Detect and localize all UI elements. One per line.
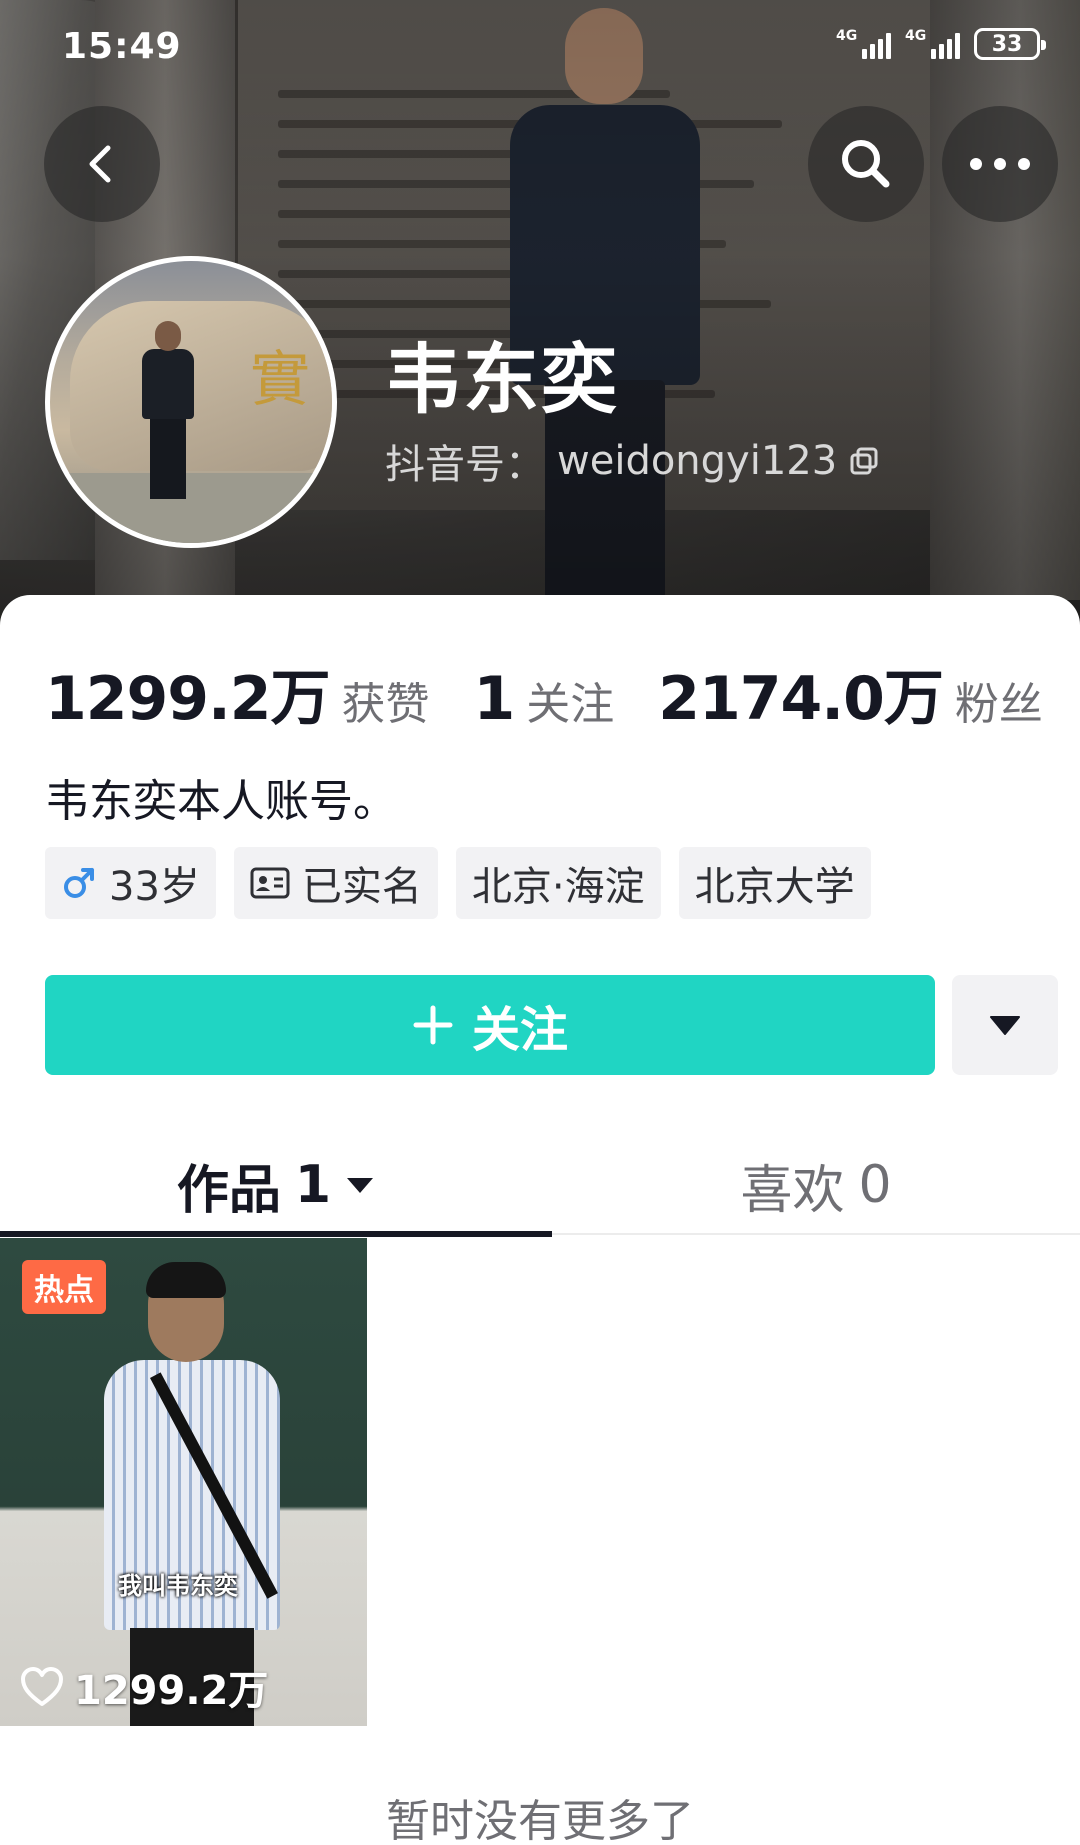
follow-button[interactable]: 关注 xyxy=(45,975,935,1075)
douyin-id[interactable]: 抖音号： weidongyi123 xyxy=(385,432,879,490)
no-more-content-text: 暂时没有更多了 xyxy=(386,1796,694,1845)
followers-count[interactable]: 2174.0万 xyxy=(658,650,944,737)
tag-location[interactable]: 北京·海淀 xyxy=(455,847,661,919)
rock-inscription-image: 實 xyxy=(250,345,310,415)
tab-works-count: 1 xyxy=(294,1155,332,1215)
caret-down-icon xyxy=(347,1178,374,1193)
battery-level: 33 xyxy=(991,31,1023,57)
more-icon xyxy=(970,158,1030,170)
search-icon xyxy=(842,140,890,188)
tag-location-label: 北京·海淀 xyxy=(471,864,645,910)
tag-age-label: 33岁 xyxy=(109,864,200,910)
tag-school-label: 北京大学 xyxy=(694,864,855,910)
douyin-id-label: 抖音号： xyxy=(385,442,545,488)
recommend-dropdown-button[interactable] xyxy=(952,975,1058,1075)
video-likes: 1299.2万 xyxy=(20,1658,268,1716)
tab-likes-count: 0 xyxy=(858,1155,892,1215)
douyin-id-value: weidongyi123 xyxy=(557,438,838,484)
copy-icon[interactable] xyxy=(849,446,879,476)
back-icon xyxy=(89,145,111,183)
tab-works[interactable]: 作品 1 xyxy=(0,1135,552,1237)
follow-button-label: 关注 xyxy=(471,1002,568,1058)
more-button[interactable] xyxy=(942,106,1058,222)
tag-age: 33岁 xyxy=(45,847,216,919)
video-likes-count: 1299.2万 xyxy=(74,1668,269,1714)
likes-count: 1299.2万 xyxy=(45,664,331,734)
plus-icon xyxy=(413,1005,453,1045)
profile-tabs: 作品 1 喜欢 0 xyxy=(0,1135,1080,1237)
tag-verified-label: 已实名 xyxy=(301,864,422,910)
tag-verified: 已实名 xyxy=(233,847,438,919)
profile-tags: 33岁 已实名 北京·海淀 北京大学 xyxy=(45,847,871,919)
signal-icon: 4G xyxy=(836,29,891,59)
profile-bio: 韦东奕本人账号。 xyxy=(45,776,397,827)
following-label[interactable]: 关注 xyxy=(526,668,614,732)
profile-card: 1299.2万 获赞 1 关注 2174.0万 粉丝 韦东奕本人账号。 33岁 … xyxy=(0,595,1080,1845)
status-time: 15:49 xyxy=(62,26,182,67)
profile-name: 韦东奕 xyxy=(385,335,619,424)
battery-icon: 33 xyxy=(974,28,1046,60)
following-count[interactable]: 1 xyxy=(474,664,516,734)
heart-icon xyxy=(21,1667,63,1706)
tab-works-label: 作品 xyxy=(176,1160,281,1221)
search-button[interactable] xyxy=(808,106,924,222)
tab-underline xyxy=(0,1231,552,1237)
tab-likes-label: 喜欢 xyxy=(740,1160,845,1221)
status-bar: 15:49 4G 4G 33 xyxy=(0,0,1080,95)
likes-label: 获赞 xyxy=(341,679,430,730)
video-caption: 我叫韦东奕 xyxy=(118,1572,238,1600)
avatar[interactable]: 實 xyxy=(45,256,337,548)
signal-icon: 4G xyxy=(905,29,960,59)
male-icon xyxy=(64,868,94,898)
back-button[interactable] xyxy=(44,106,160,222)
tag-school[interactable]: 北京大学 xyxy=(678,847,871,919)
hot-badge: 热点 xyxy=(22,1260,106,1314)
profile-stats: 1299.2万 获赞 1 关注 2174.0万 粉丝 xyxy=(45,650,1043,737)
caret-down-icon xyxy=(990,1016,1020,1035)
tab-likes[interactable]: 喜欢 0 xyxy=(552,1135,1080,1235)
id-card-icon xyxy=(250,867,290,899)
followers-label[interactable]: 粉丝 xyxy=(955,668,1043,732)
video-thumbnail[interactable]: 我叫韦东奕 热点 1299.2万 xyxy=(0,1238,367,1726)
